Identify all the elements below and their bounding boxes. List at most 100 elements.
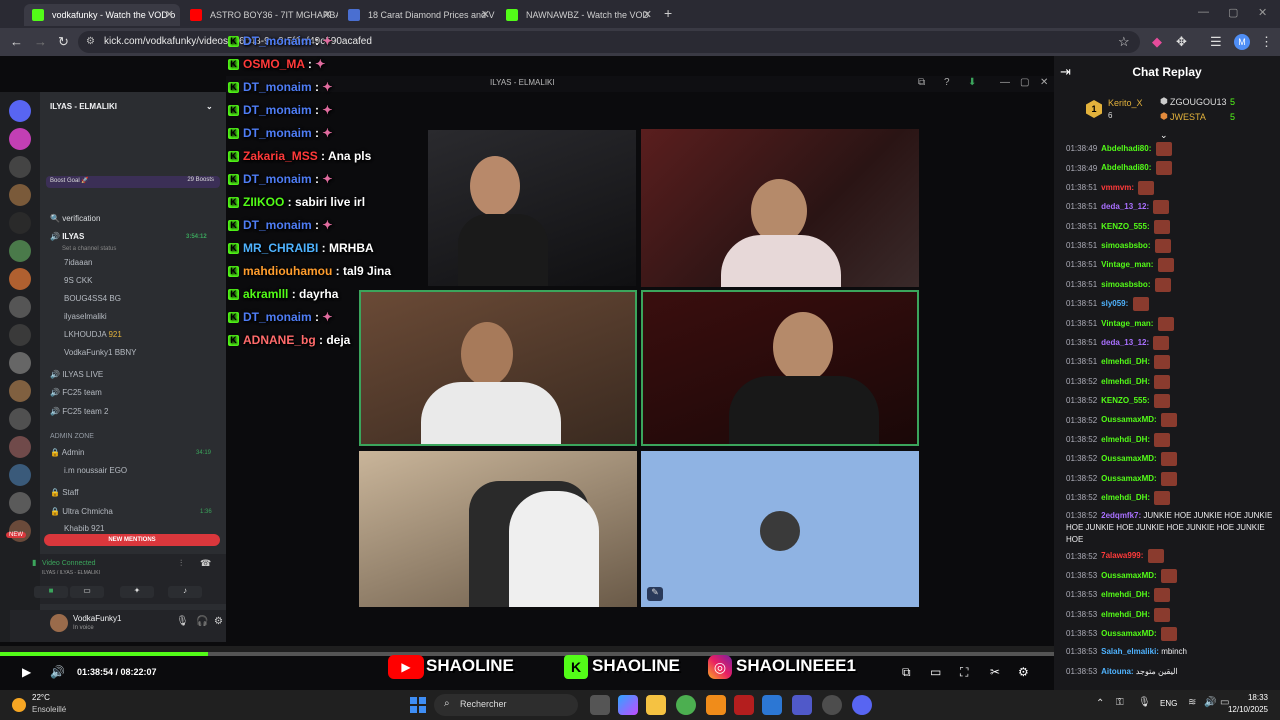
maximize-icon[interactable]: ▢: [1228, 6, 1238, 19]
clock-time[interactable]: 18:33: [1244, 693, 1268, 702]
disconnect-icon[interactable]: ☎: [200, 558, 211, 569]
chat-username[interactable]: OussamaxMD:: [1101, 571, 1157, 580]
app-icon[interactable]: [762, 695, 782, 715]
pip-icon[interactable]: ⧉: [902, 665, 911, 680]
profile-avatar[interactable]: M: [1234, 34, 1250, 50]
close-tab-icon[interactable]: ✕: [481, 4, 490, 26]
chat-username[interactable]: 7alawa999:: [1101, 552, 1143, 561]
chat-username[interactable]: Abdelhadi80:: [1101, 164, 1151, 173]
task-view-icon[interactable]: [590, 695, 610, 715]
settings-gear-icon[interactable]: ⚙: [214, 616, 223, 627]
close-window-icon[interactable]: ✕: [1258, 6, 1267, 19]
download-icon[interactable]: ⬇: [968, 77, 976, 88]
settings-gear-icon[interactable]: ⚙: [1018, 665, 1029, 679]
channel-staff[interactable]: 🔒 Staff: [50, 486, 79, 500]
chat-username[interactable]: elmehdi_DH:: [1101, 610, 1150, 619]
taskbar-search-box[interactable]: ⌕ Rechercher: [434, 694, 578, 716]
channel-fc25-team-2[interactable]: 🔊 FC25 team 2: [50, 405, 108, 419]
server-icon[interactable]: [9, 352, 31, 374]
new-tab-button[interactable]: +: [664, 4, 678, 24]
chrome-icon[interactable]: [676, 695, 696, 715]
play-icon[interactable]: ▶: [22, 665, 31, 679]
server-icon[interactable]: [9, 436, 31, 458]
channel-ilyas-live[interactable]: 🔊 ILYAS LIVE: [50, 368, 103, 382]
voice-user[interactable]: ilyaselmaliki: [64, 310, 107, 324]
extensions-puzzle-icon[interactable]: ✥: [1176, 34, 1187, 50]
file-explorer-icon[interactable]: [646, 695, 666, 715]
chat-username[interactable]: Vintage_man:: [1101, 260, 1153, 269]
chevron-up-icon[interactable]: ⌃: [1096, 698, 1104, 709]
chat-username[interactable]: Aitouna:: [1101, 667, 1133, 676]
chat-username[interactable]: deda_13_12:: [1101, 202, 1149, 211]
forward-icon[interactable]: →: [34, 34, 47, 49]
server-name[interactable]: ILYAS - ELMALIKI ⌄: [50, 100, 213, 114]
copilot-icon[interactable]: [618, 695, 638, 715]
chat-username[interactable]: Abdelhadi80:: [1101, 144, 1151, 153]
activity-button[interactable]: ✦: [120, 586, 154, 598]
bookmark-star-icon[interactable]: ☆: [1118, 34, 1130, 50]
server-icon[interactable]: [9, 128, 31, 150]
chat-username[interactable]: OussamaxMD:: [1101, 629, 1157, 638]
close-tab-icon[interactable]: ✕: [323, 4, 332, 26]
server-icon[interactable]: [9, 212, 31, 234]
voice-user[interactable]: LKHOUDJA 921: [64, 328, 122, 342]
camera-feed-tile-avatar[interactable]: ✎: [641, 451, 919, 607]
avatar[interactable]: [50, 614, 68, 632]
site-info-icon[interactable]: ⚙: [86, 31, 95, 53]
chat-username[interactable]: elmehdi_DH:: [1101, 493, 1150, 502]
microphone-icon[interactable]: 🎙: [1138, 697, 1151, 708]
app-icon[interactable]: [734, 695, 754, 715]
chat-username[interactable]: simoasbsbo:: [1101, 280, 1150, 289]
chat-username[interactable]: KENZO_555:: [1101, 222, 1149, 231]
chat-username[interactable]: elmehdi_DH:: [1101, 377, 1150, 386]
weather-sun-icon[interactable]: [12, 698, 26, 712]
new-mentions-button[interactable]: NEW MENTIONS: [44, 534, 220, 546]
minimize-icon[interactable]: —: [1198, 6, 1209, 18]
tab-diamond-prices[interactable]: 18 Carat Diamond Prices and V ✕: [340, 4, 496, 26]
chat-username[interactable]: Salah_elmaliki:: [1101, 647, 1159, 656]
camera-button[interactable]: ■: [34, 586, 68, 598]
channel-fc25-team[interactable]: 🔊 FC25 team: [50, 386, 102, 400]
minimize-icon[interactable]: —: [1000, 77, 1010, 88]
teams-icon[interactable]: [792, 695, 812, 715]
back-icon[interactable]: ←: [10, 34, 23, 49]
windows-start-icon[interactable]: [410, 697, 426, 713]
server-icon[interactable]: [9, 520, 31, 542]
server-icon[interactable]: [9, 268, 31, 290]
channel-status[interactable]: Set a channel status: [62, 242, 116, 256]
chat-username[interactable]: deda_13_12:: [1101, 338, 1149, 347]
server-icon[interactable]: [9, 184, 31, 206]
fullscreen-icon[interactable]: ⛶: [960, 665, 968, 680]
app-icon[interactable]: [822, 695, 842, 715]
server-icon[interactable]: [9, 156, 31, 178]
help-icon[interactable]: ?: [944, 77, 950, 88]
server-icon[interactable]: [9, 408, 31, 430]
chat-username[interactable]: sly059:: [1101, 299, 1128, 308]
server-icon[interactable]: [9, 296, 31, 318]
reload-icon[interactable]: ↻: [58, 34, 69, 50]
close-tab-icon[interactable]: ✕: [165, 4, 174, 26]
popout-icon[interactable]: ⧉: [918, 77, 925, 88]
clock-date[interactable]: 12/10/2025: [1224, 705, 1268, 714]
server-icon[interactable]: [9, 464, 31, 486]
camera-feed-tile[interactable]: [428, 130, 636, 286]
chat-username[interactable]: KENZO_555:: [1101, 396, 1149, 405]
tab-vodkafunky[interactable]: vodkafunky - Watch the VOD o ✕: [24, 4, 180, 26]
extension-shield-icon[interactable]: ◆: [1152, 34, 1162, 50]
leader-name[interactable]: JWESTA: [1170, 112, 1206, 122]
channel-admin[interactable]: 🔒 Admin 34:19: [50, 446, 211, 460]
microphone-icon[interactable]: 🎙: [176, 616, 189, 627]
camera-feed-tile[interactable]: [641, 290, 919, 446]
leader-name[interactable]: Kerito_X: [1108, 98, 1143, 108]
language-indicator[interactable]: ENG: [1160, 699, 1177, 708]
chat-username[interactable]: Vintage_man:: [1101, 319, 1153, 328]
chat-username[interactable]: vmmvm:: [1101, 183, 1134, 192]
discord-icon[interactable]: [852, 695, 872, 715]
tab-astro-boy[interactable]: ASTRO BOY36 - 7IT MGHARBA ✕: [182, 4, 338, 26]
close-icon[interactable]: ✕: [1040, 77, 1048, 88]
chat-username[interactable]: OussamaxMD:: [1101, 474, 1157, 483]
soundboard-button[interactable]: ♪: [168, 586, 202, 598]
server-icon[interactable]: [9, 380, 31, 402]
server-icon[interactable]: [9, 492, 31, 514]
screen-share-button[interactable]: ▭: [70, 586, 104, 598]
